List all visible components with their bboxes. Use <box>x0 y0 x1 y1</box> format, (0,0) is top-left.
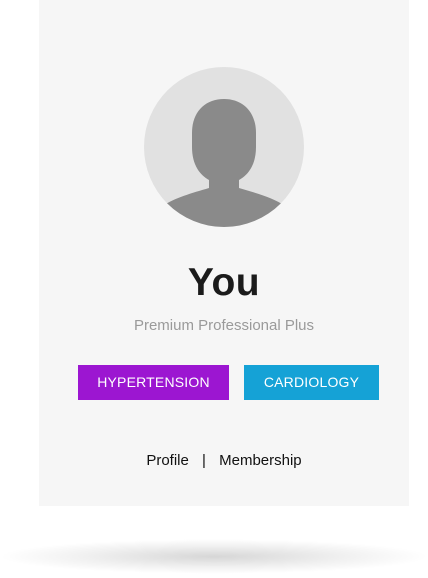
tag-cardiology[interactable]: CARDIOLOGY <box>244 365 379 400</box>
card-links: Profile | Membership <box>39 451 409 471</box>
profile-card: You Premium Professional Plus HYPERTENSI… <box>39 0 409 506</box>
link-separator: | <box>202 452 206 469</box>
membership-plan: Premium Professional Plus <box>133 317 315 334</box>
profile-name: You <box>187 261 261 304</box>
profile-link[interactable]: Profile <box>146 451 189 471</box>
avatar <box>144 67 304 227</box>
membership-link[interactable]: Membership <box>219 451 302 471</box>
tag-hypertension[interactable]: HYPERTENSION <box>78 365 229 400</box>
user-silhouette-icon <box>144 99 304 227</box>
card-shadow <box>0 535 428 578</box>
page: You Premium Professional Plus HYPERTENSI… <box>0 0 428 578</box>
